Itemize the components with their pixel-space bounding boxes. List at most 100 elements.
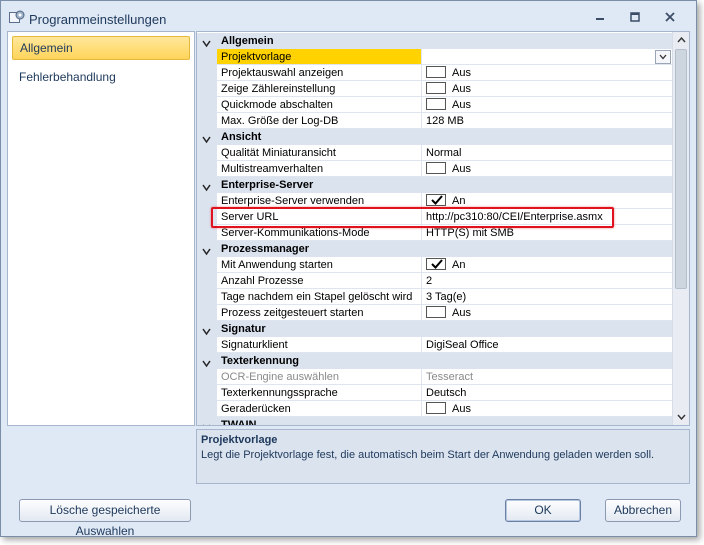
collapse-chevron-icon[interactable]: [202, 357, 211, 368]
title-bar: Programmeinstellungen: [1, 1, 696, 31]
collapse-chevron-icon[interactable]: [202, 325, 211, 336]
prop-name: Signaturklient: [217, 337, 422, 353]
minimize-button[interactable]: [591, 9, 609, 25]
settings-window: Programmeinstellungen Allgemein Fehlerbe…: [0, 0, 697, 538]
prop-value[interactable]: HTTP(S) mit SMB: [422, 225, 673, 241]
category-twain[interactable]: TWAIN: [197, 417, 673, 426]
property-grid: Allgemein Projektvorlage Projektauswahl …: [196, 31, 690, 426]
prop-name: Anzahl Prozesse: [217, 273, 422, 289]
prop-value[interactable]: 128 MB: [422, 113, 673, 129]
prop-row-mit-anwendung[interactable]: Mit Anwendung starten An: [197, 257, 673, 273]
prop-name: Multistreamverhalten: [217, 161, 422, 177]
prop-name: Geraderücken: [217, 401, 422, 417]
vertical-scrollbar[interactable]: [672, 32, 689, 425]
checkbox-checked[interactable]: [426, 194, 446, 207]
prop-name: Zeige Zählereinstellung: [217, 81, 422, 97]
prop-name: Projektauswahl anzeigen: [217, 65, 422, 81]
category-label: TWAIN: [221, 419, 257, 426]
prop-row-texterkennungssprache[interactable]: Texterkennungssprache Deutsch: [197, 385, 673, 401]
prop-value: An: [452, 259, 466, 271]
category-label: Enterprise-Server: [221, 179, 314, 191]
server-url-value[interactable]: http://pc310:80/CEI/Enterprise.asmx: [422, 209, 673, 225]
prop-name: Qualität Miniaturansicht: [217, 145, 422, 161]
category-label: Texterkennung: [221, 355, 300, 367]
checkbox-checked[interactable]: [426, 258, 446, 271]
nav-item-fehlerbehandlung[interactable]: Fehlerbehandlung: [12, 66, 190, 90]
prop-value[interactable]: 3 Tag(e): [422, 289, 673, 305]
collapse-chevron-icon[interactable]: [202, 133, 211, 144]
collapse-chevron-icon[interactable]: [202, 37, 211, 48]
maximize-button[interactable]: [626, 9, 644, 25]
description-title: Projektvorlage: [201, 434, 278, 446]
scroll-down-icon[interactable]: [673, 409, 689, 425]
prop-row-quickmode[interactable]: Quickmode abschalten Aus: [197, 97, 673, 113]
category-texterkennung[interactable]: Texterkennung: [197, 353, 673, 369]
collapse-chevron-icon[interactable]: [202, 421, 211, 425]
checkbox[interactable]: [426, 98, 446, 111]
prop-name: Prozess zeitgesteuert starten: [217, 305, 422, 321]
prop-row-tage[interactable]: Tage nachdem ein Stapel gelöscht wird 3 …: [197, 289, 673, 305]
checkbox[interactable]: [426, 402, 446, 415]
prop-value[interactable]: Deutsch: [422, 385, 673, 401]
prop-row-qualitaet[interactable]: Qualität Miniaturansicht Normal: [197, 145, 673, 161]
prop-row-zaehlereinstellung[interactable]: Zeige Zählereinstellung Aus: [197, 81, 673, 97]
cancel-button[interactable]: Abbrechen: [605, 499, 681, 522]
prop-name: Tage nachdem ein Stapel gelöscht wird: [217, 289, 422, 305]
clear-selections-button[interactable]: Lösche gespeicherte Auswahlen: [19, 499, 191, 538]
nav-item-allgemein[interactable]: Allgemein: [12, 36, 190, 60]
category-label: Allgemein: [221, 35, 274, 47]
prop-value: An: [452, 195, 466, 207]
prop-row-anzahl-prozesse[interactable]: Anzahl Prozesse 2: [197, 273, 673, 289]
checkbox[interactable]: [426, 66, 446, 79]
dropdown-arrow-icon[interactable]: [655, 50, 671, 64]
prop-value: Aus: [452, 83, 471, 95]
prop-row-kommunikations-mode[interactable]: Server-Kommunikations-Mode HTTP(S) mit S…: [197, 225, 673, 241]
prop-name: Mit Anwendung starten: [217, 257, 422, 273]
prop-row-projektauswahl[interactable]: Projektauswahl anzeigen Aus: [197, 65, 673, 81]
category-allgemein[interactable]: Allgemein: [197, 33, 673, 49]
prop-value: Aus: [452, 99, 471, 111]
prop-value: Tesseract: [422, 369, 673, 385]
prop-row-geraderuecken[interactable]: Geraderücken Aus: [197, 401, 673, 417]
prop-row-es-verwenden[interactable]: Enterprise-Server verwenden An: [197, 193, 673, 209]
checkbox[interactable]: [426, 82, 446, 95]
category-ansicht[interactable]: Ansicht: [197, 129, 673, 145]
scroll-up-icon[interactable]: [673, 32, 689, 48]
prop-name: Texterkennungssprache: [217, 385, 422, 401]
collapse-chevron-icon[interactable]: [202, 181, 211, 192]
settings-gear-icon: [9, 10, 25, 24]
prop-value[interactable]: DigiSeal Office: [422, 337, 673, 353]
category-signatur[interactable]: Signatur: [197, 321, 673, 337]
prop-row-zeitgesteuert[interactable]: Prozess zeitgesteuert starten Aus: [197, 305, 673, 321]
prop-value: Aus: [452, 67, 471, 79]
checkbox[interactable]: [426, 306, 446, 319]
prop-name: Server-Kommunikations-Mode: [217, 225, 422, 241]
ok-button[interactable]: OK: [505, 499, 581, 522]
prop-name: OCR-Engine auswählen: [217, 369, 422, 385]
prop-value[interactable]: 2: [422, 273, 673, 289]
collapse-chevron-icon[interactable]: [202, 245, 211, 256]
description-text: Legt die Projektvorlage fest, die automa…: [201, 449, 655, 461]
prop-value: Aus: [452, 307, 471, 319]
category-label: Ansicht: [221, 131, 262, 143]
prop-name: Projektvorlage: [217, 49, 422, 65]
category-enterprise-server[interactable]: Enterprise-Server: [197, 177, 673, 193]
prop-row-signaturklient[interactable]: Signaturklient DigiSeal Office: [197, 337, 673, 353]
prop-value-dropdown[interactable]: [422, 49, 673, 65]
settings-nav: Allgemein Fehlerbehandlung: [7, 31, 195, 426]
prop-name: Quickmode abschalten: [217, 97, 422, 113]
prop-row-multistream[interactable]: Multistreamverhalten Aus: [197, 161, 673, 177]
prop-row-projektvorlage[interactable]: Projektvorlage: [197, 49, 673, 65]
prop-value[interactable]: Normal: [422, 145, 673, 161]
description-pane: Projektvorlage Legt die Projektvorlage f…: [196, 429, 690, 484]
scrollbar-thumb[interactable]: [675, 49, 687, 289]
checkbox[interactable]: [426, 162, 446, 175]
close-button[interactable]: [661, 9, 679, 25]
prop-name: Server URL: [217, 209, 422, 225]
prop-row-server-url[interactable]: Server URL http://pc310:80/CEI/Enterpris…: [197, 209, 673, 225]
prop-row-logdb[interactable]: Max. Größe der Log-DB 128 MB: [197, 113, 673, 129]
prop-name: Max. Größe der Log-DB: [217, 113, 422, 129]
prop-value: Aus: [452, 163, 471, 175]
category-label: Prozessmanager: [221, 243, 310, 255]
category-prozessmanager[interactable]: Prozessmanager: [197, 241, 673, 257]
